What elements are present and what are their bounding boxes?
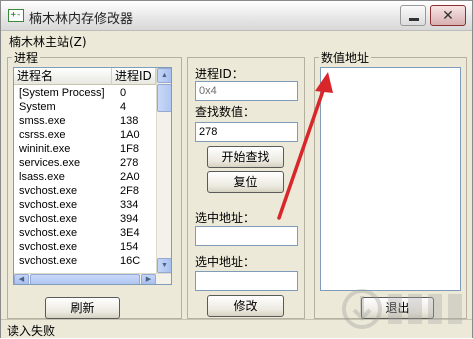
value-address-group-label: 数值地址 xyxy=(319,49,372,66)
process-id-cell: 154 xyxy=(120,241,139,253)
process-list-vertical-scrollbar[interactable]: ▲ ▼ xyxy=(156,68,171,273)
window-title: 楠木林内存修改器 xyxy=(29,12,134,27)
process-list[interactable]: 进程名 进程ID [System Process] 0 System 4 smss.ex… xyxy=(13,67,172,285)
process-row[interactable]: svchost.exe 16C xyxy=(14,254,156,268)
watermark-logo xyxy=(342,289,462,329)
process-row[interactable]: csrss.exe 1A0 xyxy=(14,128,156,142)
process-name-cell: [System Process] xyxy=(19,87,105,99)
process-row[interactable]: smss.exe 138 xyxy=(14,114,156,128)
selected-address-field-2[interactable] xyxy=(195,271,298,291)
close-icon: ✕ xyxy=(442,7,454,23)
selected-address-field-1[interactable] xyxy=(195,226,298,246)
process-row[interactable]: svchost.exe 2F8 xyxy=(14,184,156,198)
title-bar[interactable]: +- 楠木林内存修改器 ✕ xyxy=(1,1,472,31)
process-name-cell: svchost.exe xyxy=(19,255,78,267)
process-id-cell: 394 xyxy=(120,213,139,225)
process-name-cell: wininit.exe xyxy=(19,143,71,155)
process-name-cell: svchost.exe xyxy=(19,199,78,211)
value-address-list[interactable] xyxy=(320,67,461,291)
process-list-header: 进程名 进程ID xyxy=(14,68,156,85)
process-row[interactable]: svchost.exe 394 xyxy=(14,212,156,226)
process-row[interactable]: [System Process] 0 xyxy=(14,86,156,100)
process-name-cell: lsass.exe xyxy=(19,171,65,183)
menu-item-main-site[interactable]: 楠木林主站(Z) xyxy=(9,33,87,50)
process-name-cell: csrss.exe xyxy=(19,129,66,141)
refresh-button[interactable]: 刷新 xyxy=(45,297,120,319)
column-header-process-name[interactable]: 进程名 xyxy=(14,68,112,85)
process-name-cell: smss.exe xyxy=(19,115,66,127)
process-id-cell: 1F8 xyxy=(120,143,139,155)
reset-button[interactable]: 复位 xyxy=(207,171,284,193)
menu-bar: 楠木林主站(Z) xyxy=(1,31,472,49)
horizontal-scroll-thumb[interactable] xyxy=(30,274,140,284)
process-row[interactable]: wininit.exe 1F8 xyxy=(14,142,156,156)
process-name-cell: svchost.exe xyxy=(19,227,78,239)
column-header-process-id[interactable]: 进程ID xyxy=(112,68,156,85)
process-row[interactable]: services.exe 278 xyxy=(14,156,156,170)
scroll-right-icon[interactable]: ▶ xyxy=(141,274,156,284)
process-name-cell: System xyxy=(19,101,56,113)
status-text: 读入失败 xyxy=(7,324,56,338)
modify-button[interactable]: 修改 xyxy=(207,295,284,317)
process-id-cell: 16C xyxy=(120,255,141,267)
process-id-cell: 278 xyxy=(120,157,139,169)
start-search-button[interactable]: 开始查找 xyxy=(207,146,284,168)
process-id-cell: 2F8 xyxy=(120,185,139,197)
process-id-cell: 138 xyxy=(120,115,139,127)
selected-address-label-1: 选中地址： xyxy=(195,211,256,225)
process-name-cell: services.exe xyxy=(19,157,81,169)
process-name-cell: svchost.exe xyxy=(19,241,78,253)
process-id-cell: 2A0 xyxy=(120,171,140,183)
process-id-field[interactable]: 0x4 xyxy=(195,81,298,101)
process-id-cell: 334 xyxy=(120,199,139,211)
scroll-down-icon[interactable]: ▼ xyxy=(157,258,171,273)
search-value-input[interactable]: 278 xyxy=(195,122,298,142)
process-id-cell: 0 xyxy=(120,87,127,99)
selected-address-label-2: 选中地址： xyxy=(195,255,256,269)
process-row[interactable]: svchost.exe 334 xyxy=(14,198,156,212)
process-row[interactable]: lsass.exe 2A0 xyxy=(14,170,156,184)
minimize-button[interactable] xyxy=(400,5,426,26)
process-row[interactable]: svchost.exe 3E4 xyxy=(14,226,156,240)
scroll-up-icon[interactable]: ▲ xyxy=(157,68,171,83)
process-name-cell: svchost.exe xyxy=(19,213,78,225)
process-name-cell: svchost.exe xyxy=(19,185,78,197)
process-id-cell: 4 xyxy=(120,101,127,113)
vertical-scroll-thumb[interactable] xyxy=(157,84,171,112)
process-id-cell: 1A0 xyxy=(120,129,140,141)
close-button[interactable]: ✕ xyxy=(430,5,466,26)
process-group-label: 进程 xyxy=(12,49,41,66)
process-id-label: 进程ID： xyxy=(195,67,244,81)
search-value-label: 查找数值： xyxy=(195,105,256,119)
process-id-cell: 3E4 xyxy=(120,227,140,239)
process-rows: [System Process] 0 System 4 smss.exe 138 csrss… xyxy=(14,86,156,268)
scroll-left-icon[interactable]: ◀ xyxy=(14,274,29,284)
process-row[interactable]: System 4 xyxy=(14,100,156,114)
process-row[interactable]: svchost.exe 154 xyxy=(14,240,156,254)
process-list-horizontal-scrollbar[interactable]: ◀ ▶ xyxy=(14,273,171,284)
app-icon: +- xyxy=(8,9,24,22)
